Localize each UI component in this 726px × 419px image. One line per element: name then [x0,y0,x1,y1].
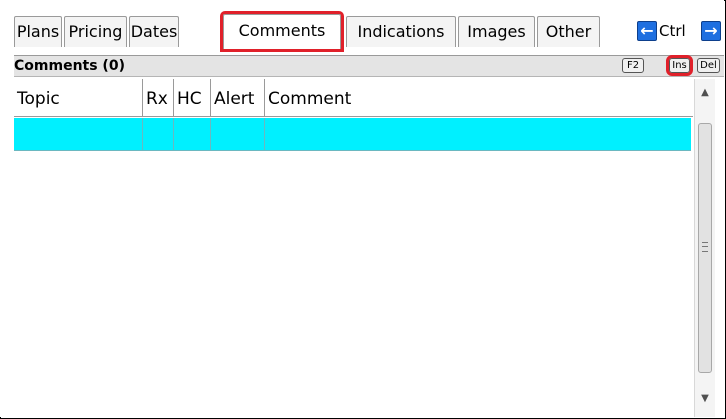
column-header-hc[interactable]: HC [174,79,211,117]
scroll-up-icon[interactable]: ▲ [695,83,715,103]
tab-strip: Plans Pricing Dates Comments Indications… [0,0,724,55]
ctrl-label: Ctrl [659,22,686,40]
column-header-topic[interactable]: Topic [14,79,143,117]
insert-key-button[interactable]: Ins [666,55,693,76]
section-title: Comments (0) [14,58,125,74]
arrow-left-icon[interactable]: ← [637,21,657,41]
column-header-rx[interactable]: Rx [143,79,174,117]
cell-topic[interactable] [14,118,143,151]
section-header: Comments (0) F2 Ins Del [0,55,724,77]
tab-pricing[interactable]: Pricing [64,16,127,47]
tab-other[interactable]: Other [537,16,600,47]
cell-rx[interactable] [143,118,174,151]
scroll-down-icon[interactable]: ▼ [695,389,715,409]
tab-images[interactable]: Images [458,16,535,47]
column-header-comment[interactable]: Comment [265,79,693,117]
cell-alert[interactable] [211,118,265,151]
tab-plans[interactable]: Plans [14,16,62,47]
table-row[interactable] [14,118,691,151]
tab-indications[interactable]: Indications [346,16,456,47]
grip-icon [702,242,708,252]
cell-hc[interactable] [174,118,211,151]
tab-comments[interactable]: Comments [220,11,344,52]
f2-key-button[interactable]: F2 [622,58,644,73]
comments-grid[interactable]: Topic Rx HC Alert Comment [14,79,693,417]
column-header-alert[interactable]: Alert [211,79,265,117]
cell-comment[interactable] [265,118,691,151]
scroll-thumb[interactable] [698,123,712,373]
vertical-scrollbar[interactable]: ▲ ▼ [694,79,715,417]
left-gutter [0,55,14,417]
delete-key-button[interactable]: Del [697,58,720,73]
arrow-right-icon[interactable]: → [701,21,721,41]
tab-dates[interactable]: Dates [129,16,179,47]
